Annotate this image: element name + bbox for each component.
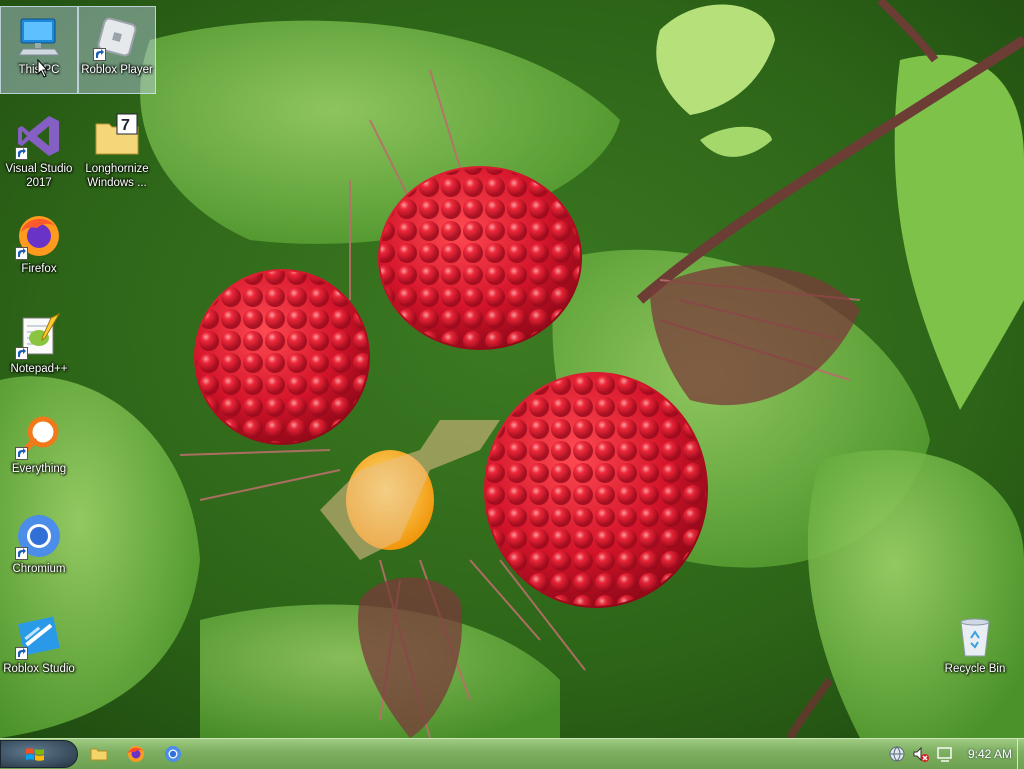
shortcut-arrow-icon [15, 547, 28, 560]
icon-label: Firefox [21, 263, 57, 275]
mouse-cursor-icon [37, 59, 49, 78]
firefox-icon [15, 212, 63, 260]
shortcut-arrow-icon [93, 48, 106, 61]
start-button[interactable] [0, 740, 78, 768]
roblox-player-icon [93, 13, 141, 61]
windows-logo-icon [26, 748, 44, 761]
everything-search-icon [15, 412, 63, 460]
shortcut-arrow-icon [15, 647, 28, 660]
shortcut-arrow-icon [15, 447, 28, 460]
notepadpp-icon [15, 312, 63, 360]
taskbar-clock[interactable]: 9:42 AM [968, 747, 1012, 761]
recycle-bin-icon [951, 612, 999, 660]
desktop-icon-longhornize[interactable]: 7 Longhornize Windows ... [78, 106, 156, 194]
svg-text:7: 7 [121, 117, 130, 134]
desktop-icon-firefox[interactable]: Firefox [0, 206, 78, 294]
chromium-icon [15, 512, 63, 560]
desktop-icon-chromium[interactable]: Chromium [0, 506, 78, 594]
icon-label: Everything [11, 463, 67, 475]
desktop-icon-this-pc[interactable]: This PC [0, 6, 78, 94]
longhornize-icon: 7 [93, 112, 141, 160]
desktop-icon-roblox-studio[interactable]: Roblox Studio [0, 606, 78, 694]
icon-label: Visual Studio 2017 [5, 163, 73, 189]
desktop-icon-everything[interactable]: Everything [0, 406, 78, 494]
network-globe-icon[interactable] [888, 745, 906, 763]
taskbar: 9:42 AM [0, 738, 1024, 769]
action-center-icon[interactable] [936, 745, 954, 763]
visual-studio-icon [15, 112, 63, 160]
shortcut-arrow-icon [15, 247, 28, 260]
desktop-icon-visual-studio[interactable]: Visual Studio 2017 [0, 106, 78, 194]
icon-label: Chromium [12, 563, 66, 575]
volume-muted-icon[interactable] [912, 745, 930, 763]
show-desktop-button[interactable] [1017, 739, 1024, 769]
icon-label: Longhornize Windows ... [85, 163, 149, 189]
icon-label: Notepad++ [10, 363, 68, 375]
desktop-icon-notepadpp[interactable]: Notepad++ [0, 306, 78, 394]
icon-label: Roblox Studio [3, 663, 75, 675]
desktop-icon-recycle-bin[interactable]: Recycle Bin [936, 606, 1014, 694]
taskbar-firefox-button[interactable] [127, 745, 145, 763]
roblox-studio-icon [15, 612, 63, 660]
shortcut-arrow-icon [15, 347, 28, 360]
taskbar-file-explorer-button[interactable] [90, 745, 108, 763]
icon-label: Recycle Bin [944, 663, 1006, 675]
taskbar-chromium-button[interactable] [164, 745, 182, 763]
desktop-icon-roblox-player[interactable]: Roblox Player [78, 6, 156, 94]
icon-label: Roblox Player [81, 64, 153, 76]
computer-icon [15, 13, 63, 61]
shortcut-arrow-icon [15, 147, 28, 160]
